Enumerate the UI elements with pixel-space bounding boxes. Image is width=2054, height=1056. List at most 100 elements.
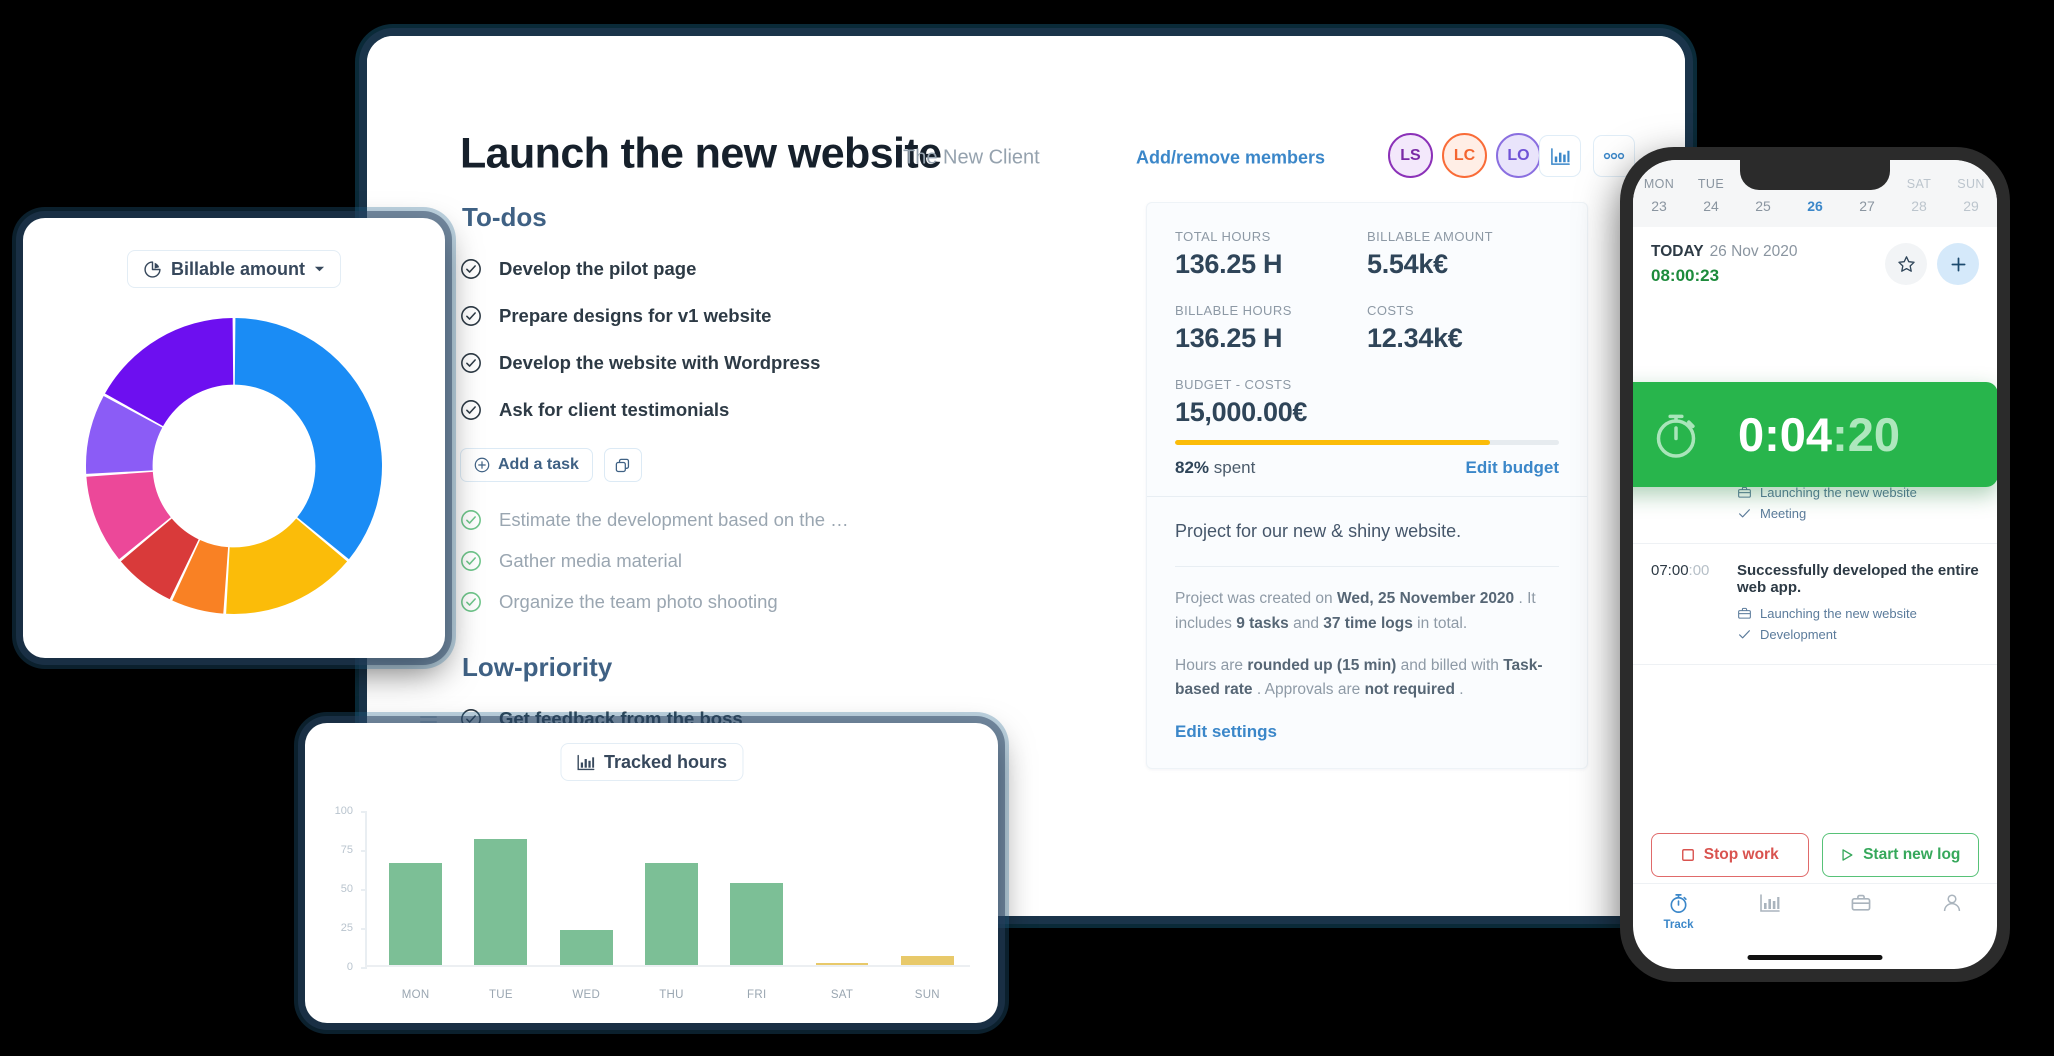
tab-reports[interactable] <box>1724 892 1815 947</box>
briefcase-icon <box>1737 485 1752 500</box>
log-duration-secs: :00 <box>1689 562 1710 579</box>
bar-column[interactable] <box>714 811 799 965</box>
task-row[interactable]: Develop the pilot page <box>460 251 1020 287</box>
section-title: To-dos <box>462 202 1020 233</box>
tab-profile[interactable] <box>1906 892 1997 947</box>
tab-projects[interactable] <box>1815 892 1906 947</box>
bar-column[interactable] <box>799 811 884 965</box>
y-tick-label: 75 <box>341 844 353 856</box>
bottom-tab-bar: Track <box>1633 883 1997 947</box>
bar-column[interactable] <box>885 811 970 965</box>
check-circle-icon[interactable] <box>460 305 482 327</box>
check-circle-green-icon[interactable] <box>460 509 482 531</box>
avatar[interactable]: LO <box>1496 133 1541 178</box>
bar-column[interactable] <box>544 811 629 965</box>
bar-column[interactable] <box>458 811 543 965</box>
chart-metric-selector[interactable]: Billable amount <box>127 250 341 288</box>
add-task-button[interactable]: Add a task <box>460 448 593 482</box>
check-circle-green-icon[interactable] <box>460 550 482 572</box>
meta-text: . Approvals are <box>1253 681 1365 698</box>
y-tick-label: 50 <box>341 883 353 895</box>
week-day-sat[interactable]: SAT28 <box>1893 177 1945 214</box>
stat-row: BUDGET - COSTS 15,000.00€ <box>1175 377 1559 428</box>
today-label: TODAY <box>1651 243 1704 260</box>
stat-budget-costs: BUDGET - COSTS 15,000.00€ <box>1175 377 1559 428</box>
plus-circle-icon <box>474 457 490 473</box>
stop-work-button[interactable]: Stop work <box>1651 833 1809 877</box>
completed-tasks: Estimate the development based on the … … <box>460 504 1020 618</box>
meta-text: in total. <box>1413 615 1467 632</box>
week-day-number: 24 <box>1685 198 1737 214</box>
bar[interactable] <box>389 863 442 965</box>
bar[interactable] <box>474 839 527 965</box>
week-day-tue[interactable]: TUE24 <box>1685 177 1737 214</box>
meta-text: and <box>1289 615 1323 632</box>
bar-column[interactable] <box>373 811 458 965</box>
stat-costs: COSTS 12.34k€ <box>1367 303 1559 354</box>
report-button[interactable] <box>1539 135 1581 177</box>
check-circle-icon[interactable] <box>460 258 482 280</box>
add-remove-members-link[interactable]: Add/remove members <box>1136 148 1325 169</box>
log-task[interactable]: Meeting <box>1737 506 1979 521</box>
week-day-mon[interactable]: MON23 <box>1633 177 1685 214</box>
chart-metric-label: Billable amount <box>171 259 305 280</box>
section-actions: Add a task <box>460 448 1020 482</box>
favorite-button[interactable] <box>1885 243 1927 285</box>
stat-key: BILLABLE AMOUNT <box>1367 229 1559 244</box>
x-axis-line <box>365 965 970 967</box>
bar[interactable] <box>730 883 783 965</box>
log-duration-main: 07:00 <box>1651 562 1689 579</box>
avatar[interactable]: LS <box>1388 133 1433 178</box>
chevron-down-icon <box>314 265 325 273</box>
check-circle-icon[interactable] <box>460 352 482 374</box>
log-project[interactable]: Launching the new website <box>1737 606 1979 621</box>
chart-metric-selector[interactable]: Tracked hours <box>560 743 743 781</box>
list-item[interactable]: 07:00:00 Successfully developed the enti… <box>1633 544 1997 665</box>
check-circle-icon[interactable] <box>460 399 482 421</box>
bar[interactable] <box>816 963 869 965</box>
duplicate-button[interactable] <box>604 448 642 482</box>
log-project[interactable]: Launching the new website <box>1737 485 1979 500</box>
meta-created-line: Project was created on Wed, 25 November … <box>1175 587 1559 637</box>
check-circle-green-icon[interactable] <box>460 591 482 613</box>
bar[interactable] <box>645 863 698 965</box>
task-row[interactable]: Develop the website with Wordpress <box>460 345 1020 381</box>
log-task[interactable]: Development <box>1737 627 1979 642</box>
y-tick-mark <box>361 889 367 891</box>
bar-chart-icon <box>1759 892 1781 914</box>
person-icon <box>1941 892 1963 914</box>
start-new-log-button[interactable]: Start new log <box>1822 833 1980 877</box>
tab-track[interactable]: Track <box>1633 892 1724 947</box>
stat-key: BUDGET - COSTS <box>1175 377 1559 392</box>
add-log-button[interactable] <box>1937 243 1979 285</box>
more-horizontal-icon <box>1603 152 1625 160</box>
task-row[interactable]: Prepare designs for v1 website <box>460 298 1020 334</box>
log-task-label: Meeting <box>1760 506 1806 521</box>
check-icon <box>1737 506 1752 521</box>
running-timer-banner[interactable]: 0:04:20 <box>1633 382 1997 487</box>
completed-task-row[interactable]: Gather media material <box>460 545 1020 577</box>
y-axis: 0255075100 <box>321 811 365 967</box>
meta-rules-line: Hours are rounded up (15 min) and billed… <box>1175 654 1559 704</box>
member-avatars: LS LC LO <box>1388 133 1541 178</box>
bar-column[interactable] <box>629 811 714 965</box>
donut-slice[interactable] <box>235 318 382 559</box>
bar[interactable] <box>560 930 613 965</box>
home-indicator <box>1748 955 1883 960</box>
stat-key: BILLABLE HOURS <box>1175 303 1367 318</box>
completed-task-label: Gather media material <box>499 550 682 572</box>
completed-task-row[interactable]: Estimate the development based on the … <box>460 504 1020 536</box>
week-day-sun[interactable]: SUN29 <box>1945 177 1997 214</box>
stopwatch-icon <box>1648 407 1704 463</box>
completed-task-row[interactable]: Organize the team photo shooting <box>460 586 1020 618</box>
completed-task-label: Estimate the development based on the … <box>499 509 849 531</box>
task-row[interactable]: Ask for client testimonials <box>460 392 1020 428</box>
bar[interactable] <box>901 956 954 965</box>
edit-settings-link[interactable]: Edit settings <box>1175 722 1277 742</box>
edit-budget-link[interactable]: Edit budget <box>1466 458 1559 478</box>
bar-chart-icon <box>1550 146 1571 167</box>
avatar[interactable]: LC <box>1442 133 1487 178</box>
section-title: Low-priority <box>462 652 1020 683</box>
screenshot-stage: Launch the new website The New Client Ad… <box>0 0 2054 1056</box>
phone-action-buttons: Stop work Start new log <box>1633 833 1997 877</box>
